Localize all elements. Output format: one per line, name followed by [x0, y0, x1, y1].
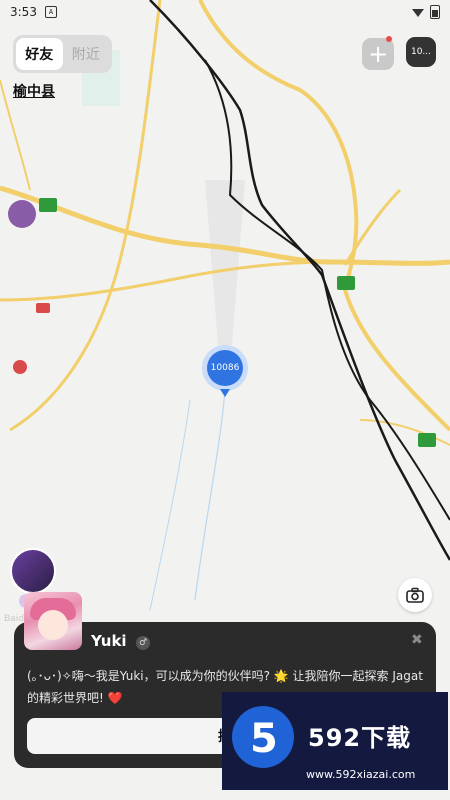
watermark-url: www.592xiazai.com — [306, 768, 416, 781]
county-label[interactable]: 榆中县 — [13, 81, 55, 101]
friends-nearby-toggle[interactable]: 好友 附近 — [13, 35, 112, 73]
notification-dot — [386, 36, 392, 42]
clock: 3:53 — [10, 5, 37, 19]
tab-friends[interactable]: 好友 — [16, 38, 63, 70]
character-avatar[interactable] — [24, 592, 82, 650]
status-bar: 3:53 A — [0, 0, 450, 24]
pin-label: 10086 — [207, 350, 243, 386]
add-button[interactable]: + — [362, 38, 394, 70]
male-icon: ♂ — [136, 636, 150, 650]
plus-icon: + — [367, 40, 389, 68]
watermark-logo: 5 592下载 www.592xiazai.com — [222, 692, 448, 790]
sim-icon: A — [44, 6, 57, 18]
tab-nearby[interactable]: 附近 — [63, 38, 110, 70]
wifi-icon — [412, 9, 424, 17]
user-location-pin[interactable]: 10086 — [202, 345, 248, 391]
close-icon[interactable]: ✖ — [411, 632, 423, 648]
profile-button[interactable]: 10... — [406, 37, 436, 67]
battery-icon — [430, 5, 440, 19]
avatar-face — [38, 610, 68, 640]
watermark-brand: 592下载 — [308, 724, 412, 752]
camera-button[interactable] — [398, 578, 432, 612]
character-name: Yuki — [91, 632, 127, 650]
camera-icon — [406, 587, 424, 603]
drift-bottle-avatar[interactable] — [10, 548, 56, 594]
watermark-digit: 5 — [250, 716, 278, 762]
